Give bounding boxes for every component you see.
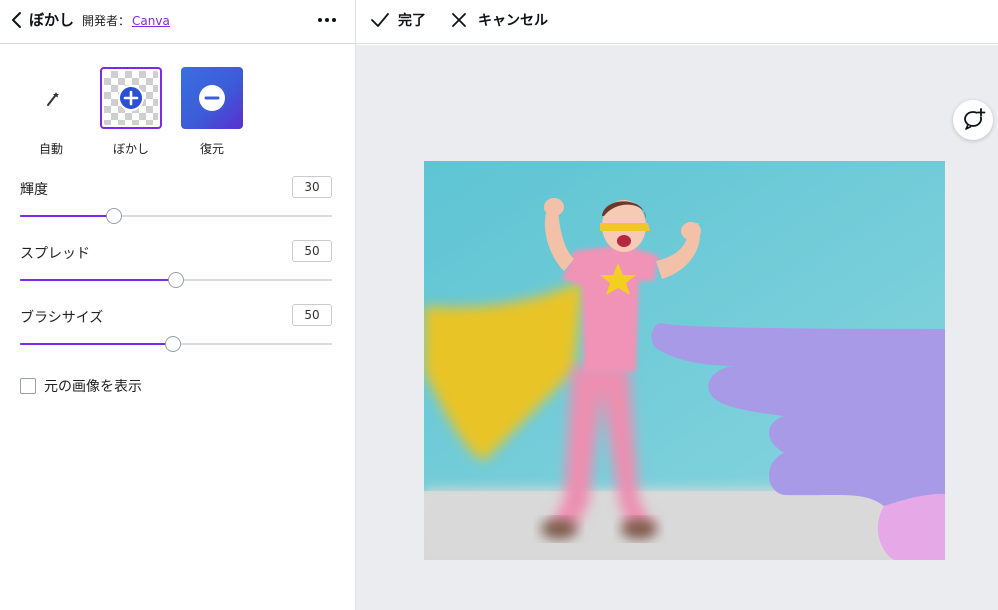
mode-restore-label: 復元 — [199, 142, 224, 156]
mode-blur-tile — [100, 67, 162, 129]
plus-circle-icon — [118, 85, 144, 111]
spread-slider-track[interactable] — [20, 272, 332, 288]
developer-link[interactable]: Canva — [132, 14, 170, 28]
panel-header: ぼかし 開発者： Canva — [0, 0, 355, 44]
brush-size-value-input[interactable]: 50 — [292, 304, 332, 326]
close-icon — [452, 13, 466, 27]
panel-title: ぼかし — [29, 11, 75, 29]
mode-blur-button[interactable]: ぼかし — [98, 67, 164, 157]
brush-size-slider-thumb[interactable] — [164, 336, 181, 352]
developer-prefix: 開発者： — [82, 14, 131, 28]
checkbox-box — [20, 378, 36, 394]
editor-canvas[interactable] — [356, 45, 998, 610]
spread-label: スプレッド — [20, 246, 90, 262]
chevron-left-icon — [12, 12, 21, 28]
mode-blur-label: ぼかし — [112, 142, 149, 156]
brush-size-slider-track[interactable] — [20, 336, 332, 352]
developer-credit: 開発者： Canva — [82, 12, 170, 29]
show-original-label: 元の画像を表示 — [44, 379, 142, 395]
photo-being-edited[interactable] — [424, 161, 945, 560]
spread-slider-thumb[interactable] — [168, 272, 184, 288]
brush-mode-selector: 自動 ぼかし 復元 — [0, 67, 355, 167]
cancel-button[interactable]: キャンセル — [450, 9, 560, 31]
mode-restore-tile — [181, 67, 243, 129]
done-label: 完了 — [398, 13, 426, 29]
done-button[interactable]: 完了 — [370, 9, 440, 31]
mode-auto-tile — [20, 67, 82, 129]
more-options-button[interactable] — [315, 10, 339, 30]
intensity-value-input[interactable]: 30 — [292, 176, 332, 198]
brush-size-label: ブラシサイズ — [20, 310, 104, 326]
minus-circle-icon — [199, 85, 225, 111]
intensity-slider-thumb[interactable] — [105, 208, 122, 224]
back-button[interactable] — [10, 10, 24, 30]
show-original-checkbox[interactable]: 元の画像を表示 — [20, 376, 142, 396]
cancel-label: キャンセル — [478, 13, 548, 29]
checkmark-icon — [371, 13, 389, 27]
more-dots-icon — [318, 18, 336, 22]
mode-auto-button[interactable]: 自動 — [18, 67, 84, 157]
comment-plus-icon — [964, 108, 986, 130]
spread-slider-block: スプレッド 50 — [20, 240, 332, 293]
brush-size-slider-block: ブラシサイズ 50 — [20, 304, 332, 357]
add-comment-button[interactable] — [953, 100, 993, 140]
magic-wand-icon — [47, 92, 59, 106]
editor-toolbar: 完了 キャンセル — [356, 0, 998, 44]
intensity-label: 輝度 — [20, 182, 48, 198]
mode-auto-label: 自動 — [38, 142, 63, 156]
blur-app-panel: ぼかし 開発者： Canva 自動 ぼかし 復元 輝度 30 スプレッド 50 … — [0, 0, 356, 610]
intensity-slider-block: 輝度 30 — [20, 176, 332, 229]
intensity-slider-fill — [20, 215, 114, 217]
photo-artwork — [424, 161, 945, 560]
intensity-slider-track[interactable] — [20, 208, 332, 224]
mode-restore-button[interactable]: 復元 — [179, 67, 245, 157]
spread-value-input[interactable]: 50 — [292, 240, 332, 262]
brush-size-slider-fill — [20, 343, 173, 345]
spread-slider-fill — [20, 279, 176, 281]
